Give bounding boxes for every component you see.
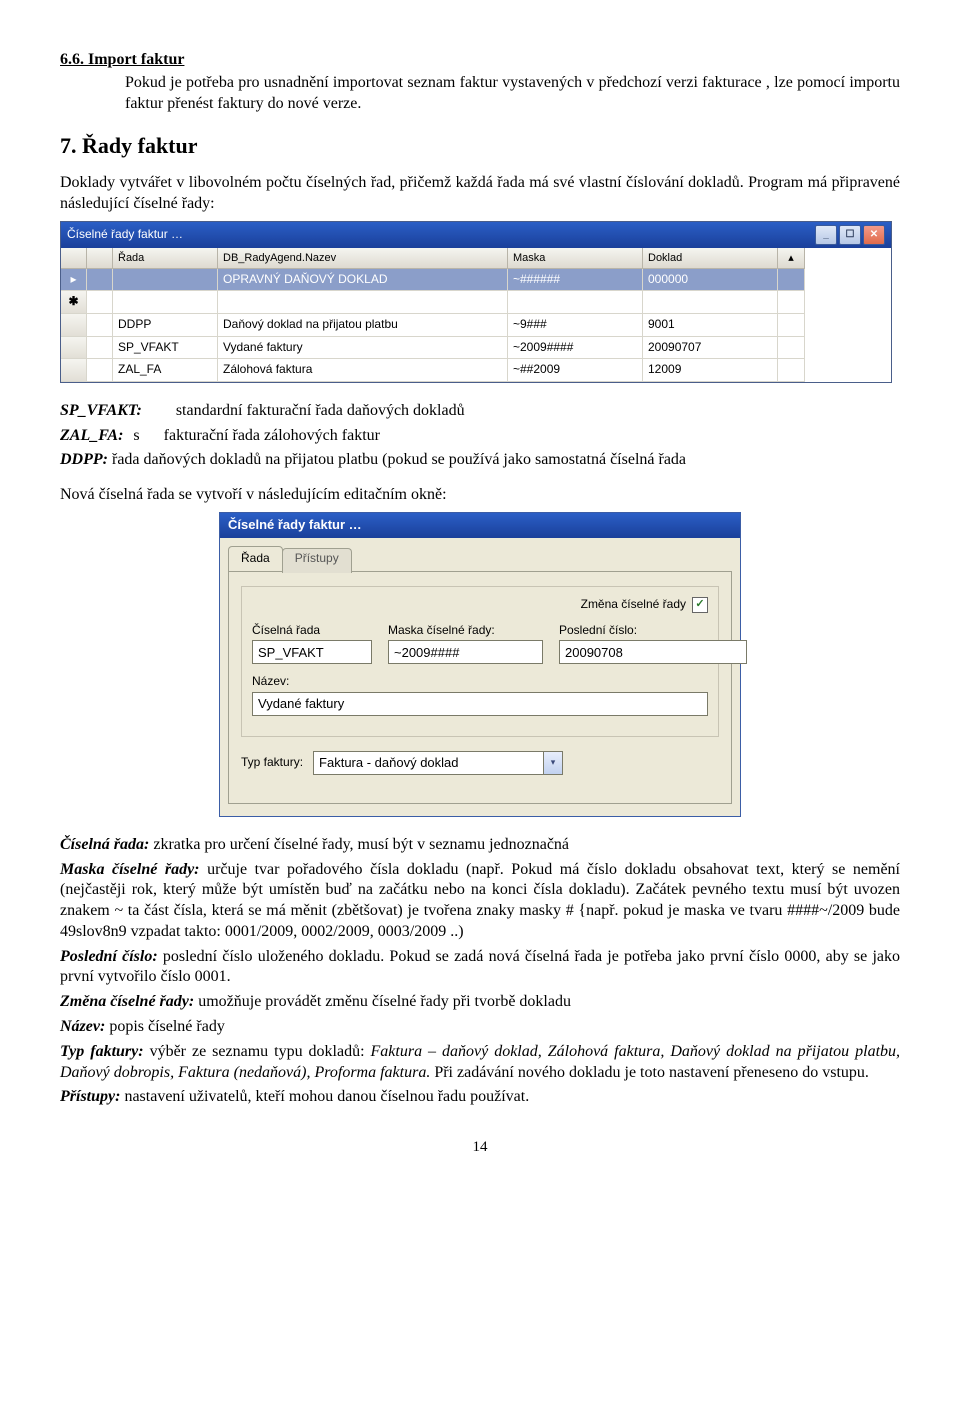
cell — [87, 337, 113, 360]
col-doklad[interactable]: Doklad — [643, 248, 778, 269]
grid-window: Číselné řady faktur … _ ☐ ✕ Řada DB_Rady… — [60, 221, 892, 383]
sec7-intro: Doklady vytvářet v libovolném počtu číse… — [60, 173, 900, 215]
cell: ~###### — [508, 269, 643, 292]
after-zmena: umožňuje provádět změnu číselné řady při… — [198, 993, 571, 1010]
cell — [643, 291, 778, 314]
grid-window-title: Číselné řady faktur … — [67, 227, 183, 243]
minimize-button[interactable]: _ — [815, 225, 837, 245]
combo-typ[interactable]: ▾ — [313, 751, 563, 775]
grid-window-titlebar: Číselné řady faktur … _ ☐ ✕ — [61, 222, 891, 248]
input-maska[interactable] — [388, 640, 543, 664]
cell: 9001 — [643, 314, 778, 337]
sec66-body: Pokud je potřeba pro usnadnění importova… — [125, 74, 900, 112]
label-zmena: Změna číselné řady — [581, 597, 686, 613]
cell — [113, 269, 218, 292]
cell — [113, 291, 218, 314]
input-typ[interactable] — [313, 751, 544, 775]
scrollbar-cell — [778, 291, 805, 314]
cell — [87, 359, 113, 382]
label-ciselna-rada: Číselná řada — [252, 623, 372, 639]
input-nazev[interactable] — [252, 692, 708, 716]
def-zalfa-text: s fakturační řada zálohových faktur — [133, 427, 380, 444]
cell: DDPP — [113, 314, 218, 337]
cell — [87, 314, 113, 337]
table-row[interactable]: DDPPDaňový doklad na přijatou platbu~9##… — [61, 314, 891, 337]
edit-dialog: Číselné řady faktur … Řada Přístupy Změn… — [219, 512, 741, 817]
col-maska[interactable]: Maska — [508, 248, 643, 269]
label-nazev: Název: — [252, 674, 708, 690]
after-ciselna: zkratka pro určení číselné řady, musí bý… — [153, 836, 569, 853]
dialog-title: Číselné řady faktur … — [220, 513, 740, 538]
cell: SP_VFAKT — [113, 337, 218, 360]
cell: Daňový doklad na přijatou platbu — [218, 314, 508, 337]
cell: 000000 — [643, 269, 778, 292]
chevron-down-icon[interactable]: ▾ — [544, 751, 563, 775]
col-rada[interactable]: Řada — [113, 248, 218, 269]
row-marker — [61, 359, 87, 382]
grid: Řada DB_RadyAgend.Nazev Maska Doklad ▴ ▸… — [61, 248, 891, 382]
col-blank — [87, 248, 113, 269]
cell — [87, 269, 113, 292]
after-typ: výběr ze seznamu typu dokladů: Faktura –… — [60, 1043, 900, 1081]
row-marker: ▸ — [61, 269, 87, 292]
label-typ: Typ faktury: — [241, 755, 303, 771]
def-ddpp-label: DDPP: — [60, 451, 108, 468]
scrollbar-cell — [778, 269, 805, 292]
heading-7: 7. Řady faktur — [60, 132, 900, 161]
after-pristupy: nastavení uživatelů, kteří mohou danou č… — [124, 1088, 529, 1105]
cell: OPRAVNÝ DAŇOVÝ DOKLAD — [218, 269, 508, 292]
after-posledni: poslední číslo uloženého dokladu. Pokud … — [60, 948, 900, 986]
heading-6-6: 6.6. Import faktur — [60, 50, 900, 71]
def-spvfakt-label: SP_VFAKT: — [60, 402, 142, 419]
cell — [508, 291, 643, 314]
label-maska: Maska číselné řady: — [388, 623, 543, 639]
cell: ~9### — [508, 314, 643, 337]
row-marker: ✱ — [61, 291, 87, 314]
tab-rada[interactable]: Řada — [228, 546, 283, 571]
table-row[interactable]: ZAL_FAZálohová faktura~##200912009 — [61, 359, 891, 382]
maximize-button[interactable]: ☐ — [839, 225, 861, 245]
sec7-p2: Nová číselná řada se vytvoří v následují… — [60, 485, 900, 506]
window-buttons: _ ☐ ✕ — [815, 225, 885, 245]
close-button[interactable]: ✕ — [863, 225, 885, 245]
table-row[interactable]: SP_VFAKTVydané faktury~2009####20090707 — [61, 337, 891, 360]
table-row[interactable]: ✱ — [61, 291, 891, 314]
scrollbar-cell — [778, 337, 805, 360]
def-spvfakt-text: standardní fakturační řada daňových dokl… — [176, 402, 465, 419]
scrollbar-head-icon: ▴ — [778, 248, 805, 269]
cell: 12009 — [643, 359, 778, 382]
cell: ~##2009 — [508, 359, 643, 382]
tab-content: Změna číselné řady ✓ Číselná řada Maska … — [228, 571, 732, 804]
scrollbar-cell — [778, 314, 805, 337]
cell: ZAL_FA — [113, 359, 218, 382]
cell — [218, 291, 508, 314]
tab-strip: Řada Přístupy — [220, 538, 740, 571]
row-marker — [61, 337, 87, 360]
col-marker — [61, 248, 87, 269]
input-ciselna-rada[interactable] — [252, 640, 372, 664]
label-posledni: Poslední číslo: — [559, 623, 747, 639]
tab-pristupy[interactable]: Přístupy — [282, 548, 352, 573]
cell: ~2009#### — [508, 337, 643, 360]
table-row[interactable]: ▸ OPRAVNÝ DAŇOVÝ DOKLAD~######000000 — [61, 269, 891, 292]
input-posledni[interactable] — [559, 640, 747, 664]
row-marker — [61, 314, 87, 337]
cell — [87, 291, 113, 314]
cell: 20090707 — [643, 337, 778, 360]
grid-header: Řada DB_RadyAgend.Nazev Maska Doklad ▴ — [61, 248, 891, 269]
cell: Vydané faktury — [218, 337, 508, 360]
checkbox-zmena[interactable]: ✓ — [692, 597, 708, 613]
cell: Zálohová faktura — [218, 359, 508, 382]
def-ddpp-text: řada daňových dokladů na přijatou platbu… — [112, 451, 686, 468]
after-nazev: popis číselné řady — [109, 1018, 225, 1035]
def-zalfa-label: ZAL_FA: — [60, 427, 123, 444]
scrollbar-cell — [778, 359, 805, 382]
page-number: 14 — [60, 1138, 900, 1158]
col-nazev[interactable]: DB_RadyAgend.Nazev — [218, 248, 508, 269]
